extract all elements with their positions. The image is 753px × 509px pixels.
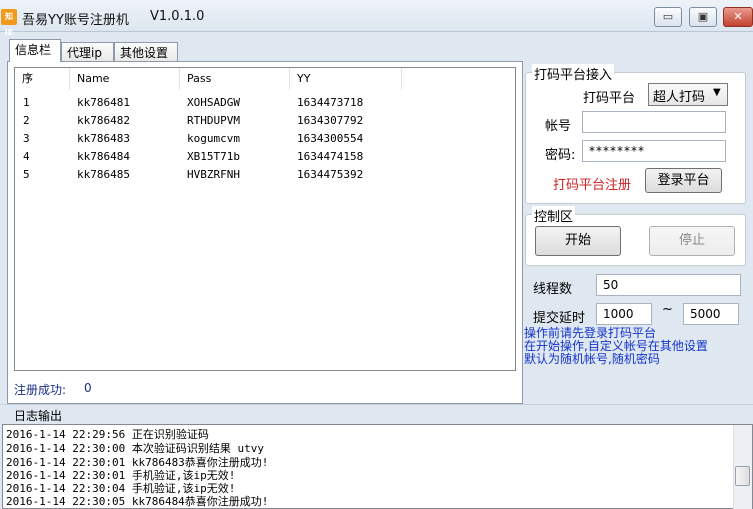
note-line: 默认为随机帐号,随机密码 bbox=[524, 352, 660, 366]
log-line: 2016-1-14 22:30:00 本次验证码识别结果 utvy bbox=[6, 442, 264, 455]
table-cell: kk786481 bbox=[77, 96, 130, 109]
password-label: 密码: bbox=[545, 148, 576, 163]
table-cell: XOHSADGW bbox=[187, 96, 240, 109]
tab-proxy-ip[interactable]: 代理ip bbox=[61, 42, 114, 61]
column-header-name[interactable]: Name bbox=[70, 68, 180, 90]
window-version: V1.0.1.0 bbox=[150, 9, 205, 24]
table-cell: kk786483 bbox=[77, 132, 130, 145]
window-title: 吾易YY账号注册机 bbox=[22, 13, 129, 28]
account-label: 帐号 bbox=[545, 119, 572, 134]
table-cell: RTHDUPVM bbox=[187, 114, 240, 127]
password-input[interactable]: ******** bbox=[582, 140, 726, 162]
minimize-icon: ▭ bbox=[662, 10, 674, 23]
delay-max-input[interactable]: 5000 bbox=[683, 303, 739, 325]
platform-register-link[interactable]: 打码平台注册 bbox=[553, 174, 631, 193]
platform-select-value: 超人打码 bbox=[653, 90, 706, 105]
success-count: 0 bbox=[84, 381, 92, 395]
column-header-index[interactable]: 序 bbox=[15, 68, 70, 90]
table-cell: 1634300554 bbox=[297, 132, 364, 145]
table-cell: 2 bbox=[23, 114, 30, 127]
table-cell: 1634475392 bbox=[297, 168, 364, 181]
delay-separator: ~ bbox=[662, 302, 673, 317]
table-cell: kk786484 bbox=[77, 150, 130, 163]
table-cell: 4 bbox=[23, 150, 30, 163]
table-cell: 3 bbox=[23, 132, 30, 145]
log-line: 2016-1-14 22:30:05 kk786484恭喜你注册成功! bbox=[6, 495, 269, 508]
captcha-group-title: 打码平台接入 bbox=[532, 64, 615, 83]
app-icon: 知IE bbox=[1, 9, 17, 37]
control-group-title: 控制区 bbox=[532, 206, 576, 225]
log-line: 2016-1-14 22:30:01 手机验证,该ip无效! bbox=[6, 469, 236, 482]
maximize-button[interactable]: ▣ bbox=[689, 7, 717, 27]
platform-select[interactable]: 超人打码 ▼ bbox=[648, 83, 728, 106]
table-cell: 1634473718 bbox=[297, 96, 364, 109]
table-cell: kk786482 bbox=[77, 114, 130, 127]
column-header-pass[interactable]: Pass bbox=[180, 68, 290, 90]
tab-info[interactable]: 信息栏 bbox=[9, 39, 61, 62]
delay-min-input[interactable]: 1000 bbox=[596, 303, 652, 325]
table-cell: kogumcvm bbox=[187, 132, 240, 145]
column-header-yy[interactable]: YY bbox=[290, 68, 402, 90]
table-cell: XB15T71b bbox=[187, 150, 240, 163]
log-title: 日志输出 bbox=[14, 409, 63, 423]
log-line: 2016-1-14 22:30:01 kk786483恭喜你注册成功! bbox=[6, 456, 269, 469]
threads-label: 线程数 bbox=[533, 282, 573, 297]
chevron-down-icon: ▼ bbox=[713, 87, 721, 98]
table-cell: 1634307792 bbox=[297, 114, 364, 127]
table-cell: 5 bbox=[23, 168, 30, 181]
table-cell: 1 bbox=[23, 96, 30, 109]
close-button[interactable]: ✕ bbox=[723, 7, 753, 27]
success-label: 注册成功: bbox=[14, 383, 67, 397]
login-platform-button[interactable]: 登录平台 bbox=[645, 168, 722, 193]
close-icon: ✕ bbox=[733, 10, 743, 23]
tab-other-settings[interactable]: 其他设置 bbox=[114, 42, 178, 61]
platform-label: 打码平台 bbox=[583, 91, 636, 106]
minimize-button[interactable]: ▭ bbox=[654, 7, 682, 27]
table-cell: 1634474158 bbox=[297, 150, 364, 163]
start-button[interactable]: 开始 bbox=[535, 226, 621, 256]
usage-notes: 操作前请先登录打码平台 在开始操作,自定义帐号在其他设置 默认为随机帐号,随机密… bbox=[524, 327, 753, 366]
restore-icon: ▣ bbox=[697, 10, 709, 23]
table-cell: kk786485 bbox=[77, 168, 130, 181]
log-scroll-thumb[interactable] bbox=[735, 466, 750, 486]
table-cell: HVBZRFNH bbox=[187, 168, 240, 181]
log-line: 2016-1-14 22:29:56 正在识别验证码 bbox=[6, 428, 209, 441]
threads-input[interactable]: 50 bbox=[596, 274, 741, 296]
account-input[interactable] bbox=[582, 111, 726, 133]
log-line: 2016-1-14 22:30:04 手机验证,该ip无效! bbox=[6, 482, 236, 495]
delay-label: 提交延时 bbox=[533, 311, 586, 326]
stop-button[interactable]: 停止 bbox=[649, 226, 735, 256]
